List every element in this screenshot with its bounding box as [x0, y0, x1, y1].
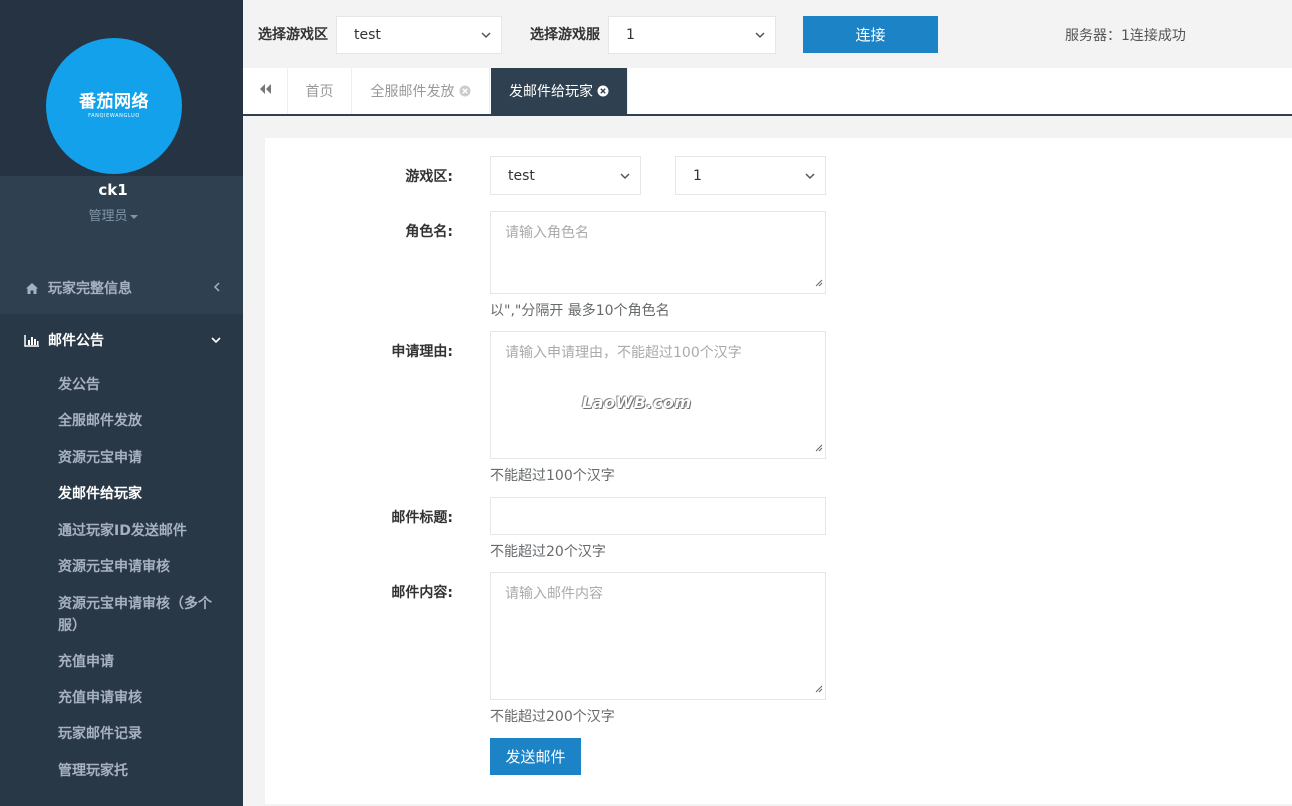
chevron-down-icon: [805, 168, 815, 184]
send-mail-button[interactable]: 发送邮件: [490, 738, 581, 775]
caret-down-icon: [129, 214, 138, 219]
submenu-item[interactable]: 通过玩家ID发送邮件: [58, 520, 228, 542]
home-icon: [24, 281, 40, 295]
nav-player-info[interactable]: 玩家完整信息: [0, 262, 243, 314]
title-help: 不能超过20个汉字: [490, 544, 606, 560]
role-name-help: 以","分隔开 最多10个角色名: [490, 303, 670, 319]
submenu-item[interactable]: 资源元宝申请审核: [58, 556, 228, 578]
close-circle-icon[interactable]: [597, 85, 609, 97]
tab-bar: 首页 全服邮件发放 发邮件给玩家: [243, 68, 1292, 116]
server-status: 服务器：1连接成功: [1065, 28, 1186, 44]
chevron-down-icon: [620, 168, 630, 184]
server-select-value: 1: [626, 27, 635, 43]
reason-placeholder: 请输入申请理由，不能超过100个汉字: [505, 345, 742, 361]
submenu-item[interactable]: 发公告: [58, 374, 228, 396]
mail-title-input[interactable]: [490, 497, 826, 535]
double-chevron-left-icon: [258, 83, 272, 99]
zone-select-value: test: [354, 27, 381, 43]
nav-player-label: 玩家完整信息: [48, 281, 132, 297]
submenu-item[interactable]: 充值申请审核: [58, 687, 228, 709]
chevron-down-icon: [211, 332, 221, 348]
chevron-left-icon: [213, 280, 221, 296]
username: ck1: [98, 181, 128, 199]
tab-home-label: 首页: [305, 84, 334, 100]
role-name-textarea[interactable]: 请输入角色名: [490, 211, 826, 294]
logo-sub-text: FANQIEWANGLUO: [88, 113, 140, 119]
resize-handle-icon[interactable]: [814, 440, 823, 456]
form-server-select[interactable]: 1: [675, 156, 826, 195]
zone-field-label: 游戏区:: [405, 169, 453, 185]
server-select[interactable]: 1: [608, 16, 776, 54]
zone-select[interactable]: test: [336, 16, 502, 54]
reason-field-label: 申请理由:: [391, 344, 453, 360]
content-field-label: 邮件内容:: [391, 585, 453, 601]
submenu-item-active[interactable]: 发邮件给玩家: [58, 483, 228, 505]
role-label: 管理员: [88, 209, 128, 224]
connect-button[interactable]: 连接: [803, 16, 938, 53]
resize-handle-icon[interactable]: [814, 275, 823, 291]
chevron-down-icon: [755, 27, 765, 43]
title-field-label: 邮件标题:: [391, 510, 453, 526]
logo-main-text: 番茄网络: [79, 92, 149, 112]
submenu-item[interactable]: 充值申请: [58, 651, 228, 673]
form-zone-select[interactable]: test: [490, 156, 641, 195]
submenu-item[interactable]: 全服邮件发放: [58, 410, 228, 432]
form-server-value: 1: [693, 167, 702, 184]
tab-server-mail-label: 全服邮件发放: [370, 84, 455, 100]
nav-mail-notice[interactable]: 邮件公告: [0, 314, 243, 366]
submenu-item[interactable]: 玩家邮件记录: [58, 723, 228, 745]
role-field-label: 角色名:: [405, 224, 453, 240]
mail-submenu: 发公告 全服邮件发放 资源元宝申请 发邮件给玩家 通过玩家ID发送邮件 资源元宝…: [0, 366, 243, 806]
bar-chart-icon: [24, 333, 40, 347]
tab-scroll-left-button[interactable]: [243, 68, 288, 114]
top-bar: 选择游戏区 test 选择游戏服 1 连接 服务器：1连接成功: [243, 0, 1292, 68]
resize-handle-icon[interactable]: [814, 681, 823, 697]
chevron-down-icon: [481, 27, 491, 43]
mail-content-textarea[interactable]: 请输入邮件内容: [490, 572, 826, 700]
tab-send-player-mail-label: 发邮件给玩家: [509, 84, 593, 100]
submenu-item[interactable]: 资源元宝申请: [58, 447, 228, 469]
tab-home[interactable]: 首页: [288, 68, 352, 114]
close-circle-icon[interactable]: [459, 85, 471, 97]
submenu-item[interactable]: 管理玩家托: [58, 760, 228, 782]
reason-help: 不能超过100个汉字: [490, 468, 615, 484]
brand-logo: 番茄网络 FANQIEWANGLUO: [46, 38, 182, 174]
form-zone-value: test: [508, 167, 535, 184]
nav-mail-label: 邮件公告: [48, 333, 104, 349]
role-name-placeholder: 请输入角色名: [505, 225, 589, 241]
watermark-logo: LaoWB.com: [582, 393, 692, 412]
content-placeholder: 请输入邮件内容: [505, 586, 603, 602]
server-select-label: 选择游戏服: [530, 27, 600, 43]
zone-select-label: 选择游戏区: [258, 27, 328, 43]
tab-server-mail[interactable]: 全服邮件发放: [352, 68, 490, 114]
mail-form-panel: 游戏区: test 1 角色名: 请输入角色名 以","分隔开 最多10个角色名…: [265, 138, 1292, 804]
content-help: 不能超过200个汉字: [490, 709, 615, 725]
submenu-item[interactable]: 资源元宝申请审核（多个服）: [58, 593, 228, 637]
sidebar: 番茄网络 FANQIEWANGLUO ck1 管理员 玩家完整信息 邮件公告 发…: [0, 0, 243, 806]
tab-send-player-mail[interactable]: 发邮件给玩家: [491, 68, 628, 114]
role-dropdown[interactable]: 管理员: [0, 205, 226, 224]
